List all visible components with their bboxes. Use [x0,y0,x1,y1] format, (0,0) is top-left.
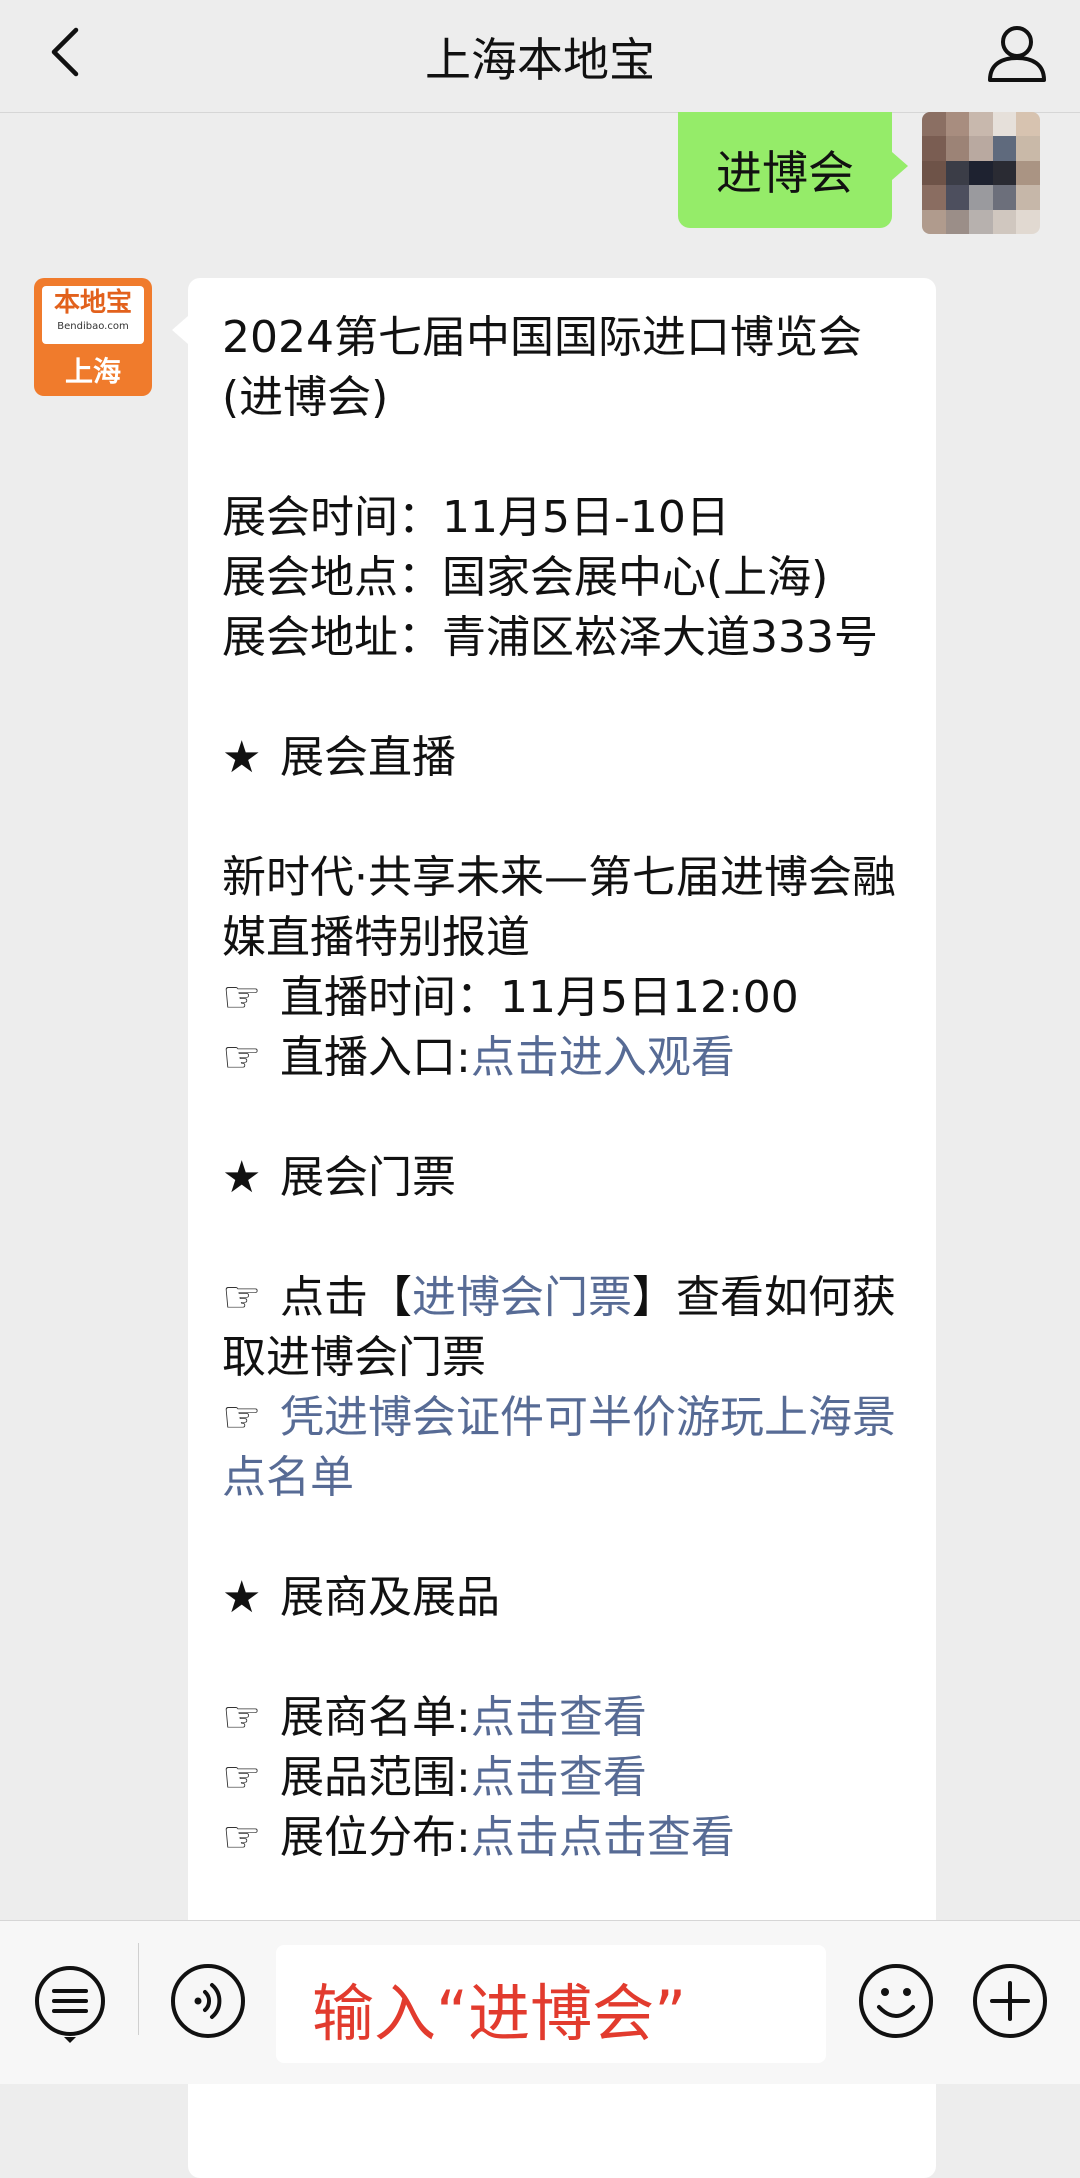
emoji-button[interactable] [856,1961,936,2041]
half-price-row: ☞ 凭进博会证件可半价游玩上海景点名单 [222,1388,912,1508]
ticket-heading: ★ 展会门票 [222,1148,912,1208]
exhibitor-list-link[interactable]: 点击查看 [471,1692,647,1743]
pointing-hand-icon: ☞ [222,972,262,1023]
reply-content: 2024第七届中国国际进口博览会(进博会) 展会时间：11月5日-10日 展会地… [222,308,912,1868]
star-icon: ★ [222,1152,262,1203]
live-heading: ★ 展会直播 [222,728,912,788]
product-range-link[interactable]: 点击查看 [471,1752,647,1803]
pointing-hand-icon: ☞ [222,1692,262,1743]
pointing-hand-icon: ☞ [222,1752,262,1803]
message-input-text: 输入“进博会” [312,1977,687,2050]
expo-time-row: 展会时间：11月5日-10日 [222,492,730,543]
emoji-icon [859,1964,933,2038]
booth-link[interactable]: 点击点击查看 [471,1812,735,1863]
bendibao-logo: 本地宝 Bendibao.com [42,286,144,344]
expo-venue-row: 展会地点：国家会展中心(上海) [222,552,829,603]
divider [138,1943,139,2035]
profile-button[interactable] [984,20,1050,86]
my-message-text: 进博会 [716,146,854,200]
bendibao-avatar[interactable]: 本地宝 Bendibao.com 上海 [34,278,152,396]
pointing-hand-icon: ☞ [222,1272,262,1323]
reply-bubble: 2024第七届中国国际进口博览会(进博会) 展会时间：11月5日-10日 展会地… [172,278,936,2178]
avatar-city-label: 上海 [64,355,121,388]
ticket-row: ☞ 点击【进博会门票】查看如何获取进博会门票 [222,1268,912,1388]
chat-title: 上海本地宝 [425,33,655,87]
expo-title: 2024第七届中国国际进口博览会(进博会) [222,312,862,423]
pointing-hand-icon: ☞ [222,1392,262,1443]
expo-address-row: 展会地址：青浦区崧泽大道333号 [222,612,878,663]
pointing-hand-icon: ☞ [222,1032,262,1083]
top-bar: 上海本地宝 [0,0,1080,113]
my-message-bubble[interactable]: 进博会 [678,112,908,228]
plus-button[interactable] [970,1961,1050,2041]
input-bar: 输入“进博会” [0,1920,1080,2084]
my-avatar[interactable] [922,112,1040,234]
ticket-link[interactable]: 进博会门票 [412,1272,632,1323]
star-icon: ★ [222,1572,262,1623]
live-entry-link[interactable]: 点击进入观看 [471,1032,735,1083]
voice-button[interactable] [168,1961,248,2041]
pointing-hand-icon: ☞ [222,1812,262,1863]
live-time-row: ☞ 直播时间：11月5日12:00 [222,968,912,1028]
message-input[interactable]: 输入“进博会” [276,1945,826,2063]
product-range-row: ☞ 展品范围:点击查看 [222,1748,912,1808]
voice-icon [171,1964,245,2038]
plus-icon [973,1964,1047,2038]
half-price-link[interactable]: 凭进博会证件可半价游玩上海景点名单 [222,1392,896,1503]
live-description: 新时代·共享未来—第七届进博会融媒直播特别报道 [222,852,896,963]
menu-list-icon [35,1966,105,2043]
exhibitor-heading: ★ 展商及展品 [222,1568,912,1628]
booth-row: ☞ 展位分布:点击点击查看 [222,1808,912,1868]
exhibitor-list-row: ☞ 展商名单:点击查看 [222,1688,912,1748]
menu-button[interactable] [30,1963,110,2043]
user-icon [988,26,1046,82]
live-entry-row: ☞ 直播入口:点击进入观看 [222,1028,912,1088]
star-icon: ★ [222,732,262,783]
